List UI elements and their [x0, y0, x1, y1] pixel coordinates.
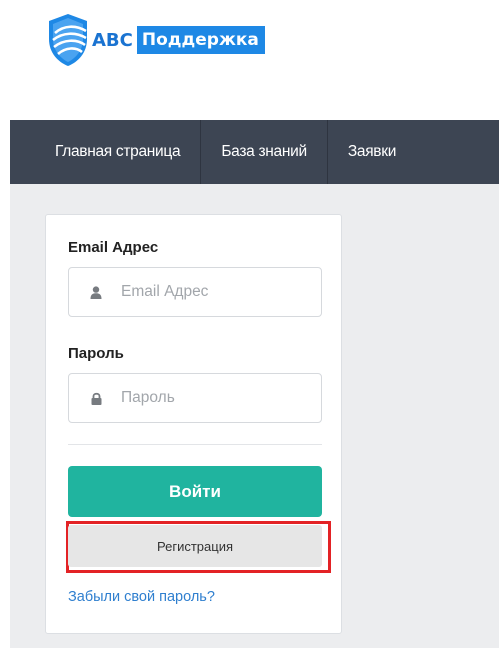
email-field-wrapper[interactable] [68, 267, 322, 317]
user-icon [89, 285, 103, 299]
email-input[interactable] [121, 283, 301, 301]
password-field-wrapper[interactable] [68, 373, 322, 423]
logo-abc-text: ABC [92, 29, 133, 51]
shield-logo-icon [49, 14, 87, 66]
login-card: Email Адрес Пароль Войти Регистрация Заб… [45, 214, 342, 634]
login-button[interactable]: Войти [68, 466, 322, 517]
logo[interactable]: ABC Поддержка [46, 8, 265, 72]
header: ABC Поддержка [0, 0, 499, 120]
forgot-password-link[interactable]: Забыли свой пароль? [68, 589, 215, 605]
logo-support-text: Поддержка [136, 26, 265, 54]
main-navbar: Главная страница База знаний Заявки [10, 120, 499, 184]
form-divider [68, 444, 322, 445]
email-label: Email Адрес [68, 239, 159, 256]
lock-icon [89, 392, 103, 405]
nav-item-knowledge-base[interactable]: База знаний [201, 120, 327, 184]
nav-item-tickets[interactable]: Заявки [328, 120, 416, 184]
nav-item-home[interactable]: Главная страница [10, 120, 200, 184]
password-input[interactable] [121, 389, 301, 407]
register-button[interactable]: Регистрация [68, 525, 322, 567]
password-label: Пароль [68, 345, 124, 362]
